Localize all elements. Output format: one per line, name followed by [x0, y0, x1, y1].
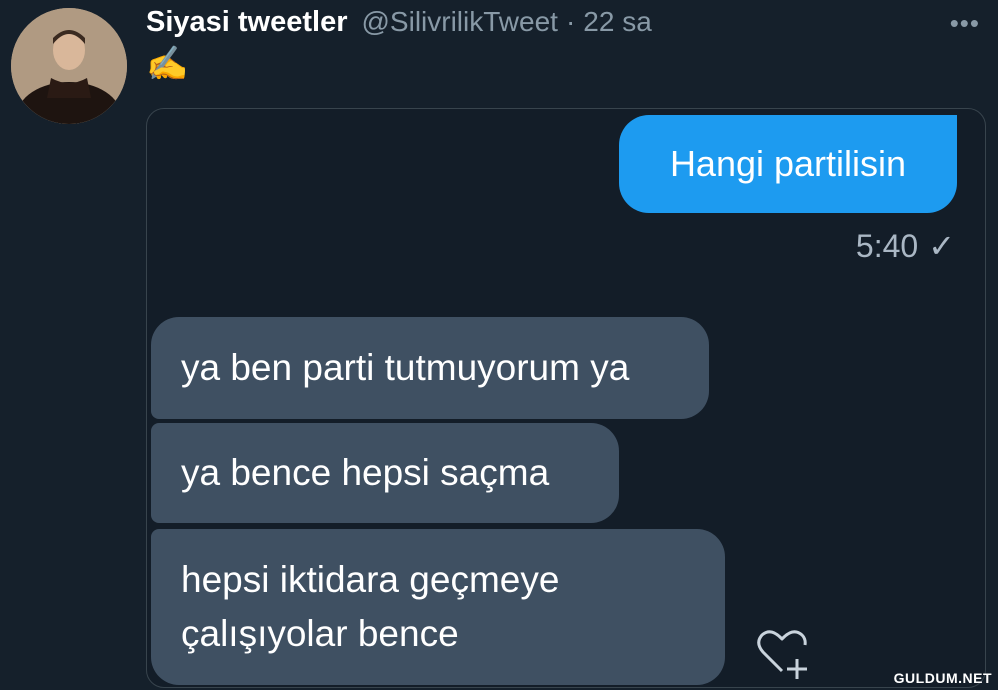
avatar[interactable] [11, 8, 127, 124]
incoming-message: ya ben parti tutmuyorum ya [151, 317, 709, 419]
separator: · [565, 6, 576, 37]
more-options-button[interactable]: ••• [950, 8, 980, 39]
portrait-image [11, 8, 127, 124]
heart-add-icon [757, 630, 807, 679]
incoming-message: hepsi iktidara geçmeye çalışıyolar bence [151, 529, 725, 685]
tweet-text: ✍️ [146, 44, 189, 84]
watermark: GULDUM.NET [893, 670, 992, 686]
outgoing-message: Hangi partilisin [619, 115, 957, 213]
tweet-media[interactable]: Hangi partilisin 5:40 ✓ ya ben parti tut… [146, 108, 986, 688]
message-status: 5:40 ✓ [856, 227, 955, 265]
display-name[interactable]: Siyasi tweetler [146, 6, 348, 39]
incoming-message: ya bence hepsi saçma [151, 423, 619, 523]
read-check-icon: ✓ [928, 227, 955, 265]
tweet-header: Siyasi tweetler @SilivrilikTweet · 22 sa [146, 6, 652, 42]
user-handle[interactable]: @SilivrilikTweet [362, 6, 558, 38]
tweet-timestamp[interactable]: 22 sa [583, 6, 652, 38]
message-time: 5:40 [855, 227, 919, 264]
